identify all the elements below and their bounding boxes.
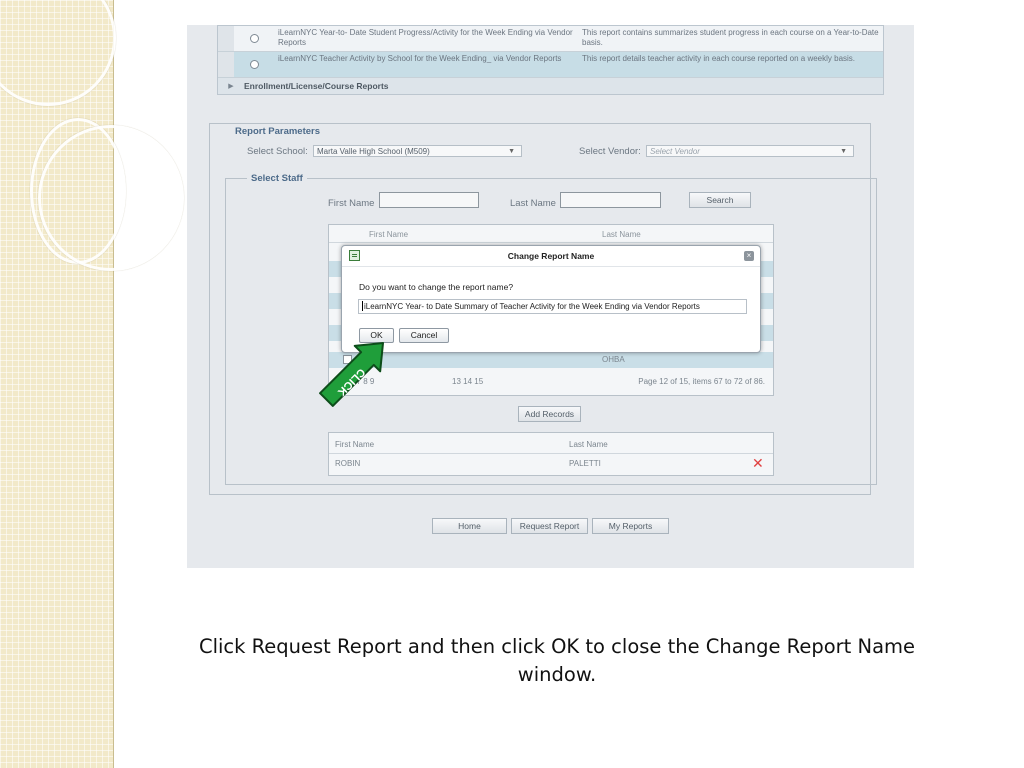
- remove-icon[interactable]: ✕: [752, 454, 764, 472]
- selected-grid-header: First Name Last Name: [329, 435, 773, 454]
- grid-first-name-header[interactable]: First Name: [369, 230, 408, 239]
- add-records-button[interactable]: Add Records: [518, 406, 581, 422]
- my-reports-button[interactable]: My Reports: [592, 518, 669, 534]
- decorative-ring: [38, 125, 184, 271]
- report-description: This report details teacher activity in …: [582, 54, 856, 63]
- select-vendor-label: Select Vendor:: [579, 146, 641, 157]
- decorative-side-strip: [0, 0, 184, 768]
- radio-button[interactable]: [249, 34, 259, 43]
- text-caret: [362, 301, 363, 311]
- expand-triangle-icon[interactable]: ▶: [218, 82, 244, 90]
- grid-last-name-header[interactable]: Last Name: [602, 230, 641, 239]
- report-name-input[interactable]: iLearnNYC Year- to Date Summary of Teach…: [358, 299, 747, 314]
- vendor-select-placeholder: Select Vendor: [650, 147, 700, 156]
- report-row[interactable]: iLearnNYC Teacher Activity by School for…: [218, 52, 883, 78]
- dialog-title: Change Report Name: [507, 251, 595, 261]
- select-staff-legend: Select Staff: [247, 173, 307, 184]
- selected-last-name: PALETTI: [569, 458, 601, 468]
- table-row[interactable]: ROBIN PALETTI ✕: [329, 454, 773, 472]
- app-screenshot: iLearnNYC Year-to- Date Student Progress…: [187, 25, 914, 568]
- dropdown-arrow-icon[interactable]: ▼: [508, 146, 515, 158]
- cancel-button[interactable]: Cancel: [399, 328, 449, 343]
- report-description: This report contains summarizes student …: [582, 28, 879, 47]
- report-name: iLearnNYC Year-to- Date Student Progress…: [278, 28, 573, 47]
- report-name-value: iLearnNYC Year- to Date Summary of Teach…: [364, 302, 700, 311]
- search-button[interactable]: Search: [689, 192, 751, 208]
- grid-header: First Name Last Name: [329, 225, 773, 243]
- select-school-label: Select School:: [247, 146, 308, 157]
- request-report-button[interactable]: Request Report: [511, 518, 588, 534]
- first-name-label: First Name: [328, 198, 375, 209]
- pager-pages-end[interactable]: 13 14 15: [452, 377, 483, 386]
- close-icon[interactable]: ×: [744, 251, 754, 261]
- school-select-value: Marta Valle High School (M509): [317, 147, 430, 156]
- pager-info: Page 12 of 15, items 67 to 72 of 86.: [638, 377, 765, 386]
- table-row[interactable]: RO OHBA: [329, 352, 773, 368]
- report-row[interactable]: iLearnNYC Year-to- Date Student Progress…: [218, 26, 883, 52]
- school-select[interactable]: Marta Valle High School (M509) ▼: [313, 145, 522, 157]
- report-section-label: Enrollment/License/Course Reports: [244, 81, 389, 91]
- home-button[interactable]: Home: [432, 518, 507, 534]
- vendor-select[interactable]: Select Vendor ▼: [646, 145, 854, 157]
- decorative-ring: [0, 0, 116, 106]
- dropdown-arrow-icon[interactable]: ▼: [840, 146, 847, 158]
- report-radio[interactable]: [234, 26, 274, 51]
- row-lead: [218, 52, 234, 77]
- pager-pages[interactable]: ... 6 7 8 9: [341, 377, 374, 386]
- radio-button[interactable]: [249, 60, 259, 69]
- row-last-name: OHBA: [602, 355, 625, 364]
- report-parameters-legend: Report Parameters: [231, 126, 325, 137]
- selected-last-name-header: Last Name: [569, 439, 608, 449]
- report-list: iLearnNYC Year-to- Date Student Progress…: [217, 25, 884, 95]
- report-section-enrollment[interactable]: ▶ Enrollment/License/Course Reports: [218, 78, 883, 94]
- selected-first-name-header: First Name: [335, 439, 375, 449]
- decorative-rings: [0, 0, 184, 300]
- selected-staff-grid: First Name Last Name ROBIN PALETTI ✕: [328, 432, 774, 476]
- dialog-prompt: Do you want to change the report name?: [359, 282, 514, 292]
- slide-caption: Click Request Report and then click OK t…: [198, 635, 916, 686]
- last-name-label: Last Name: [510, 198, 556, 209]
- ok-button[interactable]: OK: [359, 328, 394, 343]
- row-first-name: RO: [367, 355, 379, 364]
- change-report-name-dialog: Change Report Name × Do you want to chan…: [341, 245, 761, 353]
- report-name: iLearnNYC Teacher Activity by School for…: [278, 54, 562, 63]
- grid-pager: ... 6 7 8 9 13 14 15 Page 12 of 15, item…: [329, 373, 773, 389]
- last-name-input[interactable]: [560, 192, 661, 208]
- dialog-titlebar[interactable]: Change Report Name ×: [342, 246, 760, 267]
- row-checkbox[interactable]: [343, 355, 352, 364]
- report-radio[interactable]: [234, 52, 274, 77]
- first-name-input[interactable]: [379, 192, 479, 208]
- row-lead: [218, 26, 234, 51]
- selected-first-name: ROBIN: [335, 458, 361, 468]
